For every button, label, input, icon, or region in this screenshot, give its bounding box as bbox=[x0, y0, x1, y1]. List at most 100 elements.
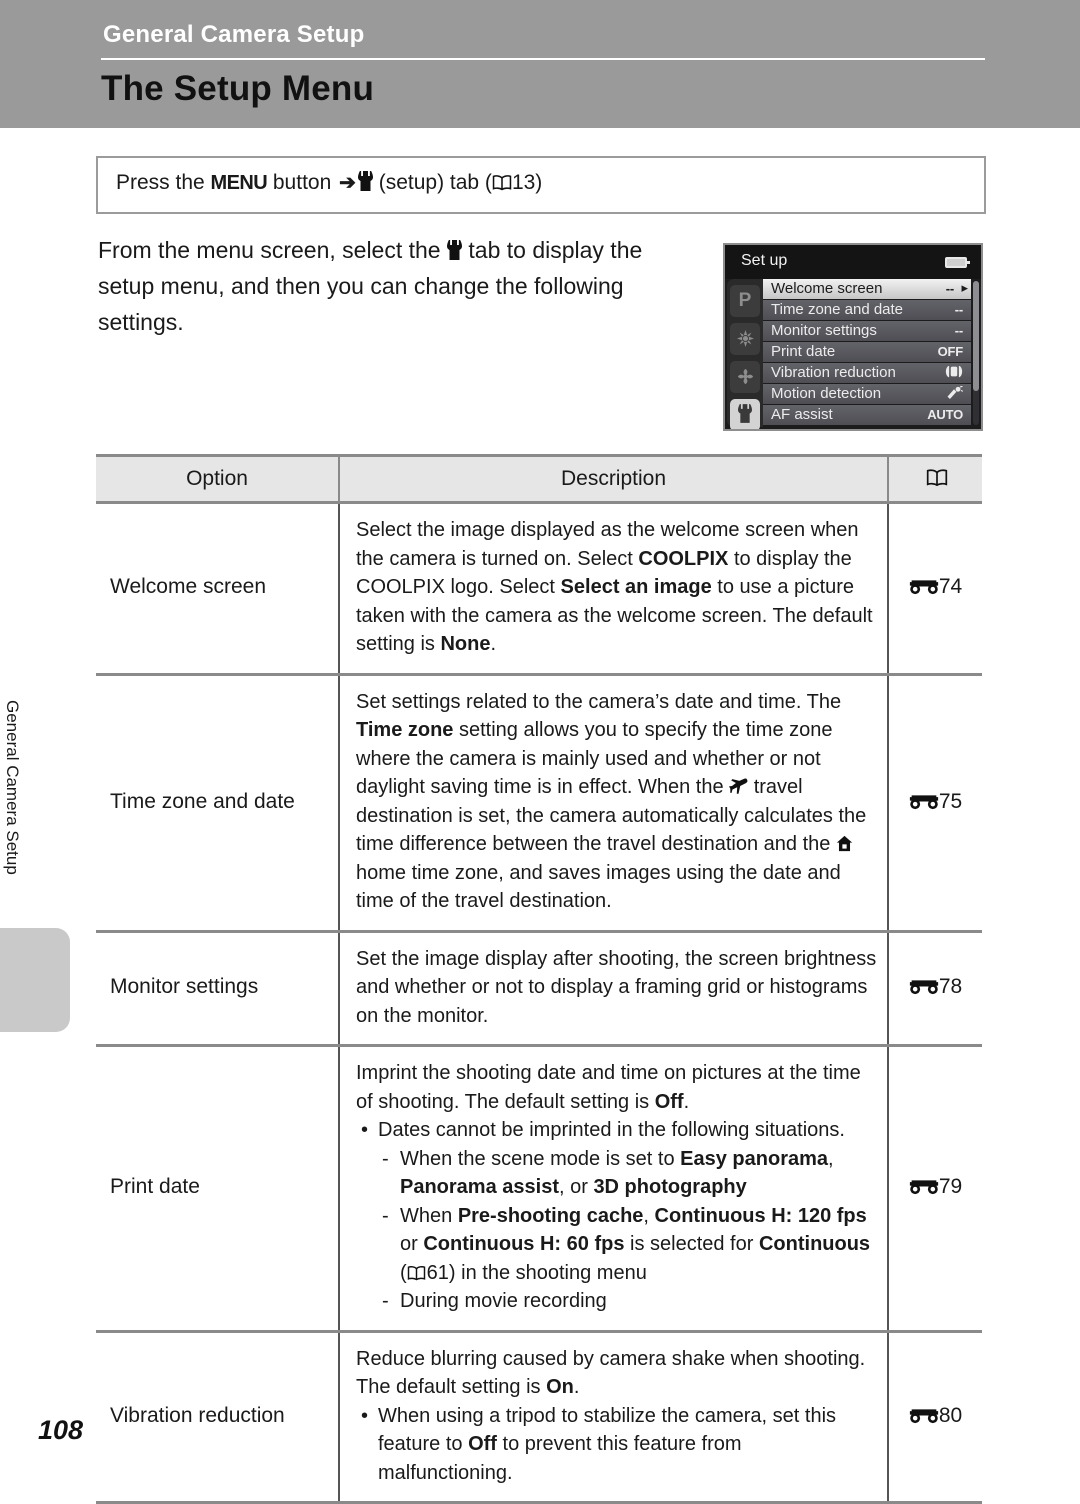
instruction-close: ) bbox=[535, 171, 543, 194]
battery-icon bbox=[945, 257, 970, 268]
option-description: Set the image display after shooting, th… bbox=[338, 931, 889, 1047]
desc-text: 61 bbox=[426, 1261, 449, 1284]
table-row: Welcome screen Select the image displaye… bbox=[96, 502, 982, 676]
desc-bold: COOLPIX bbox=[638, 547, 729, 570]
effects-icon bbox=[737, 368, 753, 385]
tab-effects[interactable] bbox=[730, 361, 760, 393]
desc-text: Set settings related to the camera’s dat… bbox=[356, 690, 842, 713]
instruction-suffix: (setup) tab ( bbox=[372, 171, 492, 194]
right-arrow-icon: ➔ bbox=[339, 172, 356, 194]
reference-page: 80 bbox=[888, 1331, 982, 1504]
option-name: Vibration reduction bbox=[96, 1331, 339, 1504]
book-icon bbox=[407, 1261, 427, 1280]
desc-text: When the scene mode is set to bbox=[400, 1147, 681, 1170]
reference-section-icon bbox=[909, 1406, 939, 1423]
option-name: Time zone and date bbox=[96, 674, 339, 933]
lcd-menu-item-value: OFF bbox=[937, 344, 964, 359]
desc-text: home time zone, and saves images using t… bbox=[356, 861, 841, 913]
motion-detection-icon bbox=[947, 385, 964, 399]
lcd-menu-item-time-zone-and-date[interactable]: Time zone and date -- bbox=[763, 300, 971, 320]
page-title: The Setup Menu bbox=[101, 69, 375, 108]
book-icon bbox=[926, 468, 947, 487]
lcd-menu-item-motion-detection[interactable]: Motion detection bbox=[763, 384, 971, 404]
desc-text: When bbox=[400, 1204, 458, 1227]
lcd-menu-item-vibration-reduction[interactable]: Vibration reduction bbox=[763, 363, 971, 383]
lcd-menu-item-label: Time zone and date bbox=[771, 301, 904, 318]
lcd-menu-item-label: Vibration reduction bbox=[771, 364, 896, 381]
desc-text: ( bbox=[400, 1261, 407, 1284]
lcd-menu-item-label: Welcome screen bbox=[771, 280, 883, 297]
reference-section-icon bbox=[909, 792, 939, 809]
option-name: Print date bbox=[96, 1045, 339, 1333]
page-header-band: General Camera Setup The Setup Menu bbox=[0, 0, 1080, 128]
desc-text: , bbox=[828, 1147, 834, 1170]
instruction-prefix: Press the bbox=[116, 171, 211, 194]
column-header-option: Option bbox=[96, 454, 339, 504]
camera-menu-screenshot: Set up P Welcome screen -- Time zone and… bbox=[723, 243, 983, 431]
lcd-menu-item-value: -- bbox=[954, 302, 963, 317]
desc-bold: Select an image bbox=[560, 576, 712, 598]
instruction-box: Press the MENU button ➔ (setup) tab (13) bbox=[96, 156, 986, 214]
desc-text: . bbox=[573, 1376, 580, 1398]
column-header-description: Description bbox=[338, 454, 888, 504]
lcd-menu-item-value bbox=[945, 385, 964, 402]
desc-bold: On bbox=[546, 1376, 574, 1398]
airplane-icon bbox=[729, 775, 748, 794]
intro-part1: From the menu screen, select the bbox=[98, 237, 447, 263]
lcd-menu-item-label: AF assist bbox=[771, 406, 833, 423]
desc-text: , or bbox=[558, 1176, 594, 1198]
desc-text: Reduce blurring caused by camera shake w… bbox=[356, 1347, 866, 1399]
tab-scene[interactable] bbox=[730, 323, 760, 355]
desc-bold: Off bbox=[654, 1090, 684, 1113]
tab-shooting-p-label: P bbox=[738, 290, 752, 311]
lcd-menu-item-welcome-screen[interactable]: Welcome screen -- bbox=[763, 279, 971, 299]
desc-text: Set the image display after shooting, th… bbox=[356, 947, 877, 1027]
tab-setup[interactable] bbox=[730, 399, 760, 429]
setup-options-table: Option Description Welcome screen Select… bbox=[96, 454, 982, 1504]
menu-button-label: MENU bbox=[210, 172, 268, 194]
table-row: Print date Imprint the shooting date and… bbox=[96, 1045, 982, 1333]
reference-section-icon bbox=[909, 577, 939, 595]
lcd-menu-item-label: Print date bbox=[771, 343, 836, 360]
lcd-menu-item-value: -- bbox=[945, 281, 954, 296]
lcd-menu-item-af-assist[interactable]: AF assist AUTO bbox=[763, 405, 971, 425]
lcd-scrollbar-thumb[interactable] bbox=[973, 281, 979, 391]
lcd-menu-item-value: AUTO bbox=[927, 407, 963, 422]
reference-page-number: 80 bbox=[938, 1403, 963, 1427]
page-number: 108 bbox=[38, 1415, 84, 1445]
reference-page: 75 bbox=[888, 674, 982, 933]
lcd-menu-item-monitor-settings[interactable]: Monitor settings -- bbox=[763, 321, 971, 341]
option-name: Welcome screen bbox=[96, 502, 339, 676]
lcd-menu-item-print-date[interactable]: Print date OFF bbox=[763, 342, 971, 362]
vibration-reduction-icon bbox=[945, 365, 963, 378]
desc-subitem: During movie recording bbox=[356, 1287, 877, 1316]
desc-text: During movie recording bbox=[400, 1290, 607, 1312]
option-description: Set settings related to the camera’s dat… bbox=[338, 674, 889, 933]
lcd-title: Set up bbox=[741, 252, 788, 269]
tab-shooting-p[interactable]: P bbox=[730, 285, 760, 317]
instruction-page-ref: 13 bbox=[511, 171, 536, 194]
header-divider bbox=[101, 58, 985, 60]
reference-page-number: 75 bbox=[938, 789, 963, 813]
lcd-tab-column: P bbox=[727, 279, 763, 429]
lcd-title-bar: Set up bbox=[725, 245, 981, 279]
option-description: Select the image displayed as the welcom… bbox=[338, 502, 889, 676]
wrench-icon bbox=[357, 171, 373, 191]
table-header-row: Option Description bbox=[96, 454, 982, 504]
table-row: Monitor settings Set the image display a… bbox=[96, 931, 982, 1047]
lcd-menu-item-value: -- bbox=[954, 323, 963, 338]
table-row: Time zone and date Set settings related … bbox=[96, 674, 982, 933]
desc-text: is selected for bbox=[624, 1233, 759, 1255]
reference-page-number: 79 bbox=[938, 1175, 963, 1199]
desc-bold: None bbox=[440, 633, 491, 655]
instruction-text: Press the MENU button ➔ (setup) tab (13) bbox=[116, 170, 542, 195]
desc-bullet: Dates cannot be imprinted in the followi… bbox=[356, 1116, 877, 1145]
table-row: Vibration reduction Reduce blurring caus… bbox=[96, 1331, 982, 1504]
desc-text: . bbox=[683, 1090, 690, 1113]
desc-text: , bbox=[643, 1204, 655, 1227]
desc-bold: Panorama assist bbox=[400, 1176, 559, 1198]
home-icon bbox=[836, 832, 853, 852]
reference-page-number: 74 bbox=[938, 575, 963, 599]
reference-section-icon bbox=[909, 1177, 939, 1195]
desc-subitem: When Pre-shooting cache, Continuous H: 1… bbox=[356, 1202, 877, 1288]
